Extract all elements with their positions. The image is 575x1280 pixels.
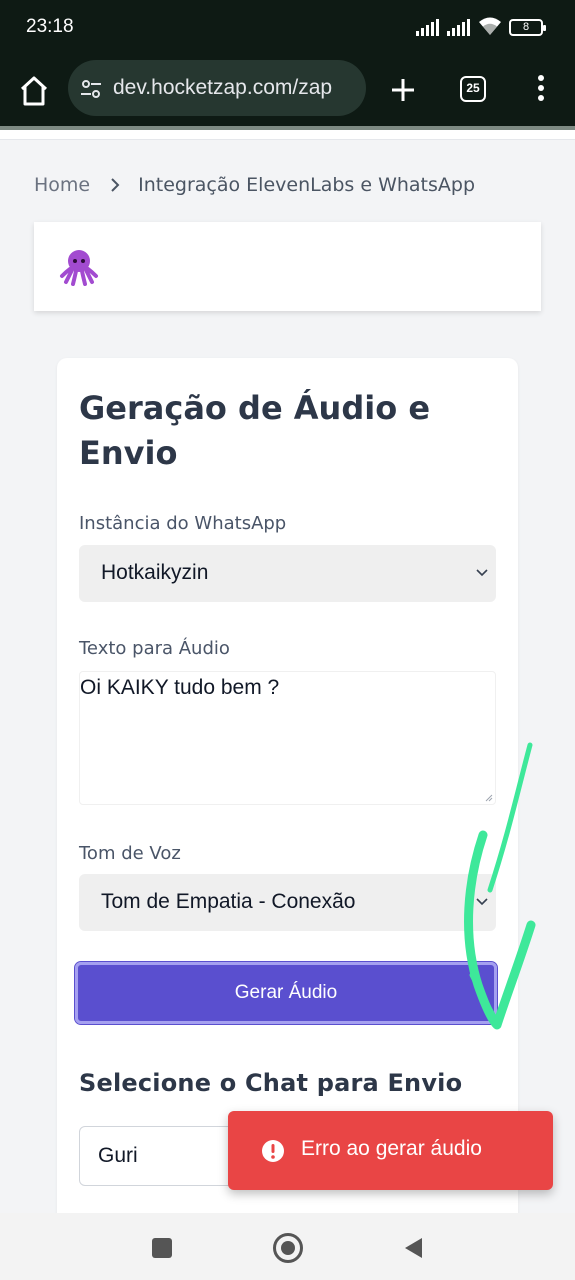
text-value: Oi KAIKY tudo bem ? — [80, 676, 280, 699]
chevron-down-icon — [476, 898, 488, 906]
instance-label: Instância do WhatsApp — [79, 513, 287, 534]
instance-value: Hotkaikyzin — [101, 561, 209, 584]
recents-icon[interactable] — [152, 1238, 172, 1258]
octopus-icon — [60, 250, 98, 286]
address-bar[interactable]: dev.hocketzap.com/zap — [68, 60, 366, 116]
chevron-down-icon — [476, 569, 488, 577]
plus-icon[interactable] — [389, 76, 417, 104]
status-time: 23:18 — [26, 16, 74, 37]
text-input[interactable]: Oi KAIKY tudo bem ? — [79, 671, 496, 805]
toast-message: Erro ao gerar áudio — [301, 1137, 482, 1160]
page-content[interactable]: Home Integração ElevenLabs e WhatsApp Ge… — [0, 130, 575, 1213]
wifi-icon — [479, 17, 501, 35]
breadcrumb: Home Integração ElevenLabs e WhatsApp — [34, 174, 475, 196]
url-text: dev.hocketzap.com/zap — [113, 76, 333, 99]
header-strip — [0, 130, 575, 140]
tabs-icon[interactable]: 25 — [460, 76, 486, 102]
site-settings-icon[interactable] — [80, 79, 102, 99]
voice-label: Tom de Voz — [79, 843, 181, 864]
back-icon[interactable] — [402, 1236, 424, 1260]
instance-select[interactable]: Hotkaikyzin — [79, 545, 496, 602]
home-button-icon[interactable] — [273, 1233, 303, 1263]
text-label: Texto para Áudio — [79, 638, 230, 659]
voice-value: Tom de Empatia - Conexão — [101, 890, 356, 913]
status-bar: 23:18 8 — [0, 0, 575, 56]
generate-audio-button[interactable]: Gerar Áudio — [74, 961, 498, 1025]
chat-value: Guri — [98, 1144, 138, 1167]
resize-grip-icon[interactable] — [485, 794, 493, 802]
breadcrumb-home[interactable]: Home — [34, 174, 90, 196]
audio-form-card: Geração de Áudio e Envio Instância do Wh… — [57, 358, 518, 1213]
error-icon — [262, 1140, 284, 1162]
voice-select[interactable]: Tom de Empatia - Conexão — [79, 874, 496, 931]
system-nav-bar — [0, 1213, 575, 1280]
form-title: Geração de Áudio e Envio — [79, 389, 431, 472]
home-icon[interactable] — [18, 74, 50, 108]
logo-card — [34, 222, 541, 311]
chat-section-title: Selecione o Chat para Envio — [79, 1069, 463, 1097]
signal-icon — [416, 18, 439, 36]
breadcrumb-current: Integração ElevenLabs e WhatsApp — [138, 174, 476, 196]
error-toast[interactable]: Erro ao gerar áudio — [228, 1111, 553, 1190]
browser-toolbar: dev.hocketzap.com/zap 25 — [0, 56, 575, 130]
chevron-right-icon — [111, 178, 120, 192]
battery-icon: 8 — [509, 19, 546, 36]
more-vertical-icon[interactable] — [536, 75, 546, 105]
signal-icon — [447, 18, 470, 36]
